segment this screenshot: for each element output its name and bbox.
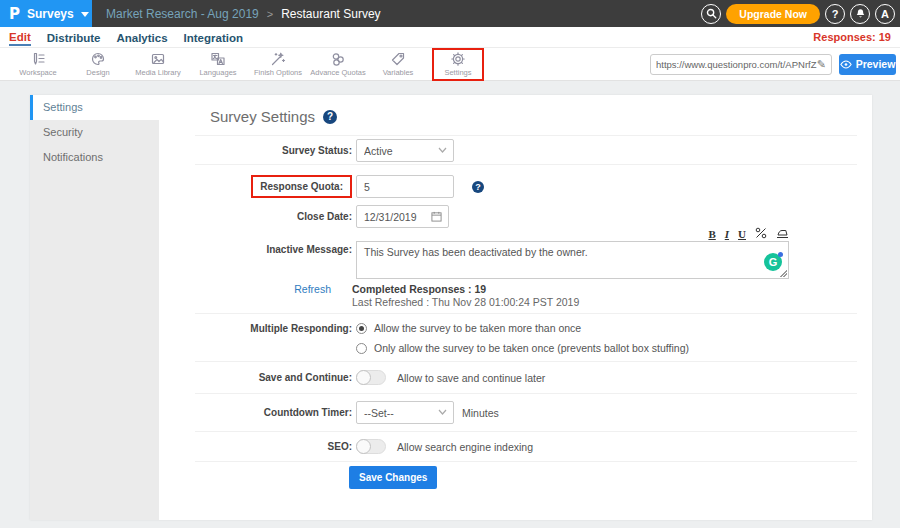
settings-content: Survey Settings ? Survey Status: Active … <box>159 95 872 520</box>
survey-status-label: Survey Status: <box>282 145 352 156</box>
inactive-message-label: Inactive Message: <box>266 244 352 255</box>
chevron-down-icon <box>81 12 89 17</box>
grammarly-icon[interactable]: G <box>764 253 782 271</box>
edit-url-pencil-icon[interactable]: ✎ <box>817 58 826 71</box>
survey-settings-help-icon[interactable]: ? <box>323 110 337 124</box>
upgrade-now-button[interactable]: Upgrade Now <box>726 4 820 24</box>
toolbar-media-library[interactable]: Media Library <box>128 51 188 77</box>
survey-status-select[interactable]: Active <box>356 139 454 162</box>
link-button[interactable] <box>755 227 767 241</box>
refresh-link[interactable]: Refresh <box>294 283 331 295</box>
last-refreshed: Last Refreshed : Thu Nov 28 01:00:24 PST… <box>352 296 579 308</box>
breadcrumb-survey-name[interactable]: Restaurant Survey <box>281 7 380 21</box>
seo-label: SEO: <box>328 441 352 452</box>
completed-responses: Completed Responses : 19 <box>352 283 579 295</box>
countdown-timer-label: Countdown Timer: <box>264 407 352 418</box>
tab-edit[interactable]: Edit <box>9 29 31 46</box>
logo-block[interactable]: P Surveys <box>0 0 92 27</box>
close-date-label: Close Date: <box>297 211 352 222</box>
response-quota-help-icon[interactable]: ? <box>472 181 484 193</box>
bold-button[interactable]: B <box>708 228 715 240</box>
advance-quotas-icon <box>330 51 346 67</box>
sidebar-item-notifications[interactable]: Notifications <box>30 145 159 170</box>
languages-icon <box>210 51 226 67</box>
survey-url-input[interactable] <box>656 59 817 70</box>
search-button[interactable] <box>701 4 721 24</box>
design-palette-icon <box>90 51 106 67</box>
seo-toggle[interactable] <box>356 439 386 454</box>
settings-sidebar: Settings Security Notifications <box>30 95 159 520</box>
breadcrumb-folder[interactable]: Market Research - Aug 2019 <box>106 7 259 21</box>
breadcrumb: Market Research - Aug 2019 > Restaurant … <box>106 7 381 21</box>
settings-card: Settings Security Notifications Survey S… <box>30 95 872 520</box>
close-date-input[interactable] <box>356 205 449 228</box>
product-name: Surveys <box>27 7 74 21</box>
tab-analytics[interactable]: Analytics <box>116 30 167 45</box>
sidebar-item-settings[interactable]: Settings <box>30 95 159 120</box>
toolbar-workspace[interactable]: Workspace <box>8 51 68 77</box>
resize-handle[interactable] <box>780 270 787 277</box>
survey-subnav: Edit Distribute Analytics Integration Re… <box>0 27 900 48</box>
tab-integration[interactable]: Integration <box>184 30 243 45</box>
radio-unchecked-icon[interactable] <box>356 343 367 354</box>
media-library-icon <box>150 51 166 67</box>
response-quota-input[interactable] <box>356 175 454 198</box>
save-and-continue-toggle[interactable] <box>356 370 386 385</box>
toolbar-settings[interactable]: Settings <box>432 48 484 81</box>
questionpro-logo-icon: P <box>9 5 20 23</box>
breadcrumb-separator: > <box>267 8 273 20</box>
multiple-responding-label: Multiple Responding: <box>250 323 352 334</box>
toolbar-languages[interactable]: Languages <box>188 51 248 77</box>
survey-url-box[interactable]: ✎ <box>650 54 832 75</box>
variables-tag-icon <box>390 51 406 67</box>
account-avatar[interactable]: A <box>875 4 895 24</box>
inactive-message-textarea[interactable]: This Survey has been deactivated by the … <box>356 241 789 279</box>
workspace-icon <box>30 51 46 67</box>
preview-button[interactable]: Preview <box>839 54 896 75</box>
settings-gear-icon <box>450 51 466 67</box>
toolbar-finish-options[interactable]: Finish Options <box>248 51 308 77</box>
toolbar-variables[interactable]: Variables <box>368 51 428 77</box>
minutes-label: Minutes <box>462 407 499 419</box>
underline-button[interactable]: U <box>738 228 746 240</box>
rich-text-toolbar: B I U <box>356 228 789 240</box>
response-quota-label: Response Quota: <box>251 175 352 198</box>
help-button[interactable]: ? <box>825 4 845 24</box>
edit-toolbar: Workspace Design Media Library Languages… <box>0 48 900 81</box>
save-and-continue-label: Save and Continue: <box>259 372 352 383</box>
close-date-field[interactable] <box>356 205 449 228</box>
eye-icon <box>840 60 852 69</box>
finish-options-wand-icon <box>270 51 286 67</box>
radio-option-multiple[interactable]: Allow the survey to be taken more than o… <box>356 322 689 334</box>
notifications-bell-button[interactable] <box>850 4 870 24</box>
radio-checked-icon[interactable] <box>356 323 367 334</box>
toolbar-design[interactable]: Design <box>68 51 128 77</box>
countdown-timer-select[interactable]: --Set-- <box>356 401 454 424</box>
radio-option-once[interactable]: Only allow the survey to be taken once (… <box>356 342 689 354</box>
toolbar-advance-quotas[interactable]: Advance Quotas <box>308 51 368 77</box>
page-title: Survey Settings <box>210 108 315 125</box>
sidebar-item-security[interactable]: Security <box>30 120 159 145</box>
main-area: Settings Security Notifications Survey S… <box>0 81 900 528</box>
remove-format-button[interactable] <box>776 227 789 241</box>
italic-button[interactable]: I <box>725 228 729 240</box>
top-navbar: P Surveys Market Research - Aug 2019 > R… <box>0 0 900 27</box>
tab-distribute[interactable]: Distribute <box>47 30 101 45</box>
save-changes-button[interactable]: Save Changes <box>349 466 437 489</box>
responses-count[interactable]: Responses: 19 <box>813 31 891 43</box>
